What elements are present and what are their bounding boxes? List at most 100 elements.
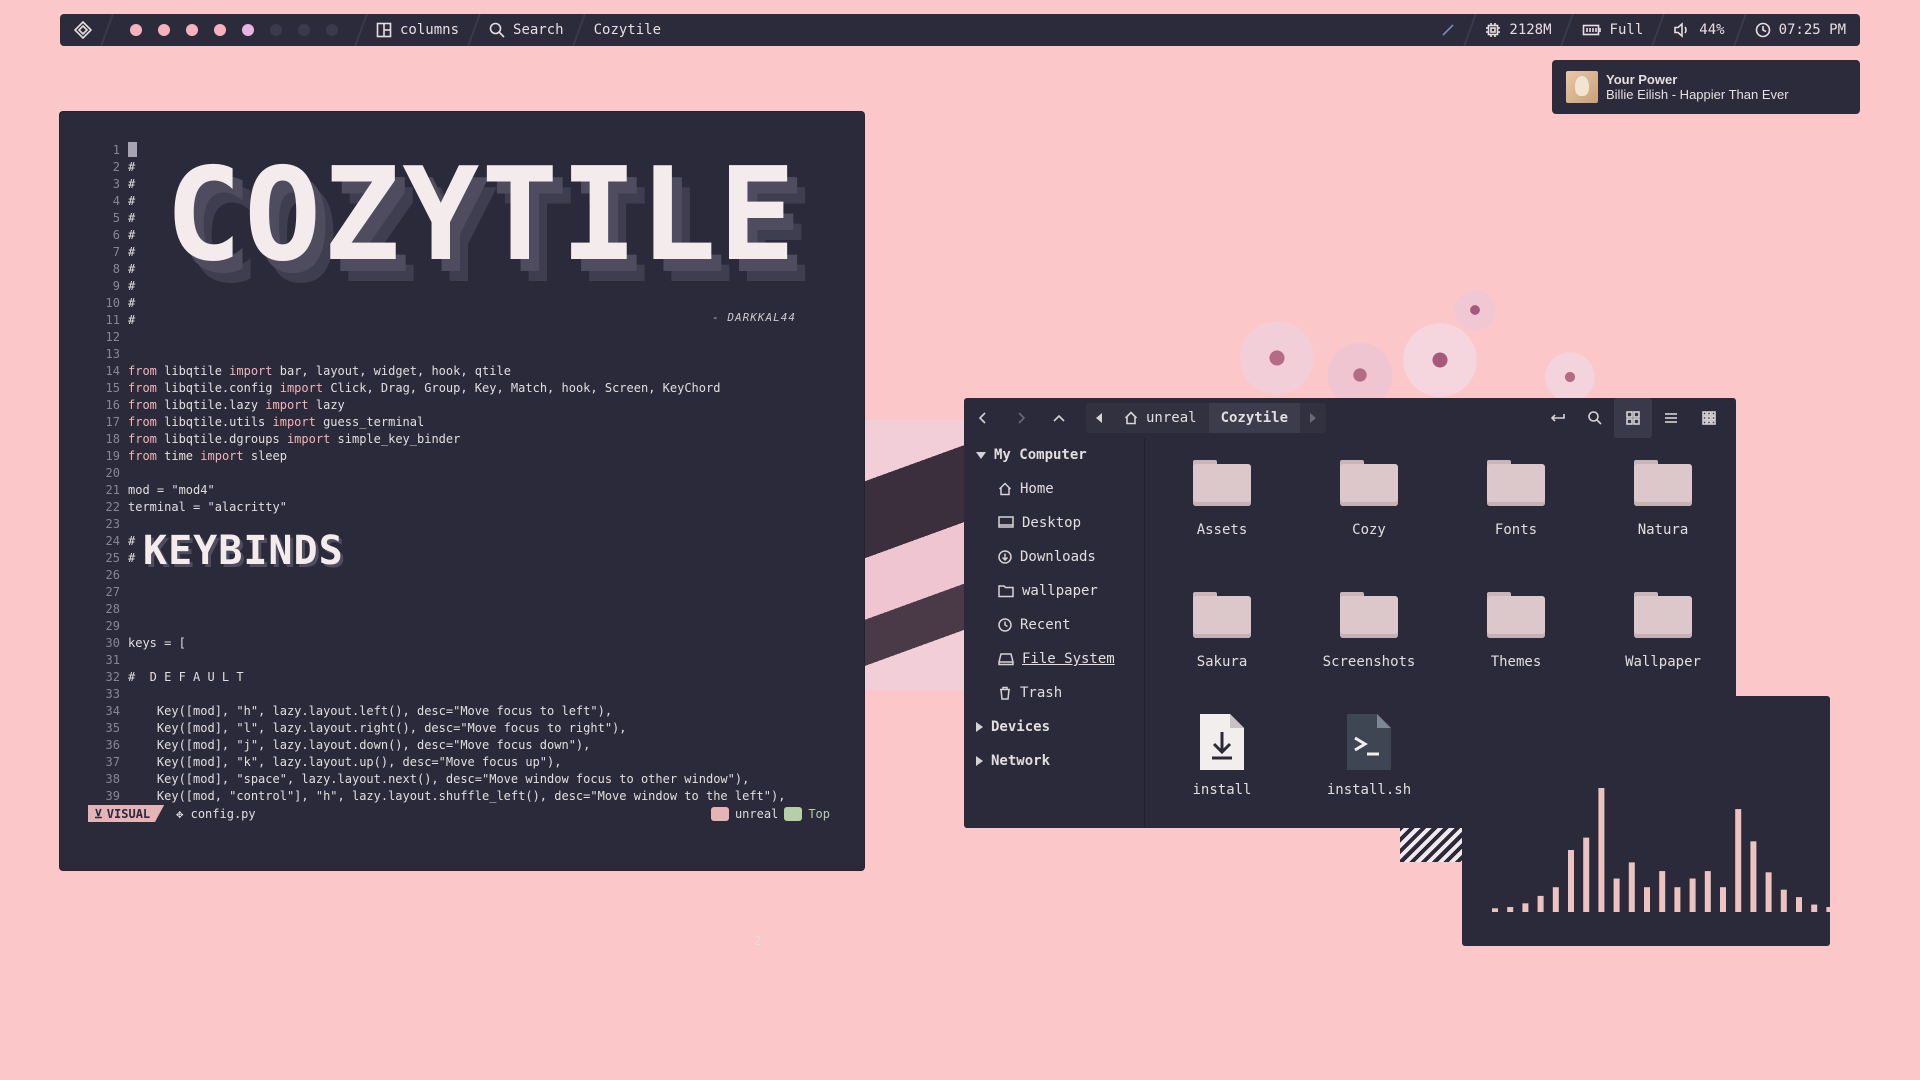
sidebar-section-my-computer[interactable]: My Computer bbox=[964, 438, 1144, 472]
sidebar-item-file-system[interactable]: File System bbox=[964, 642, 1144, 676]
memory-widget: 2128M bbox=[1471, 14, 1565, 46]
workspace-indicator-7[interactable] bbox=[298, 24, 310, 36]
line-number: 6 bbox=[112, 228, 120, 242]
workspace-indicator-3[interactable] bbox=[186, 24, 198, 36]
visualizer-bar bbox=[1613, 878, 1620, 912]
folder-item[interactable]: Wallpaper bbox=[1593, 592, 1733, 670]
code-line: 28 bbox=[80, 601, 840, 618]
sidebar-item-trash[interactable]: Trash bbox=[964, 676, 1144, 710]
workspace-indicator-8[interactable] bbox=[326, 24, 338, 36]
compact-view-button[interactable] bbox=[1690, 398, 1728, 438]
folder-item[interactable]: Themes bbox=[1446, 592, 1586, 670]
network-indicator[interactable] bbox=[1427, 14, 1469, 46]
breadcrumb-right-button[interactable] bbox=[1300, 398, 1326, 438]
sidebar-item-downloads[interactable]: Downloads bbox=[964, 540, 1144, 574]
visualizer-bar bbox=[1492, 908, 1498, 912]
sidebar-section-network[interactable]: Network bbox=[964, 744, 1144, 778]
breadcrumb-current[interactable]: Cozytile bbox=[1208, 403, 1301, 433]
layout-widget[interactable]: columns bbox=[362, 14, 473, 46]
folder-item[interactable]: Assets bbox=[1152, 460, 1292, 538]
workspace-indicator-4[interactable] bbox=[214, 24, 226, 36]
folder-item[interactable]: Natura bbox=[1593, 460, 1733, 538]
sidebar-item-label: Desktop bbox=[1022, 515, 1082, 531]
file-item[interactable]: install.sh bbox=[1299, 712, 1439, 798]
compact-grid-icon bbox=[1702, 411, 1716, 425]
forward-button[interactable] bbox=[1002, 398, 1040, 438]
drive-icon bbox=[998, 653, 1014, 666]
vim-statusline: ⊻ VISUAL ✥ config.py unreal Top bbox=[88, 805, 830, 822]
folder-item[interactable]: Screenshots bbox=[1299, 592, 1439, 670]
location-toggle-button[interactable] bbox=[1538, 398, 1576, 438]
home-icon bbox=[998, 482, 1012, 496]
line-text: from libqtile import bar, layout, widget… bbox=[128, 364, 511, 378]
code-line: 29 bbox=[80, 618, 840, 635]
line-number: 16 bbox=[105, 398, 120, 412]
breadcrumb-home[interactable]: unreal bbox=[1112, 403, 1209, 433]
line-number: 35 bbox=[105, 721, 120, 735]
line-text: keys = [ bbox=[128, 636, 186, 650]
workspace-indicator-6[interactable] bbox=[270, 24, 282, 36]
visualizer-bar bbox=[1537, 895, 1544, 912]
code-line: 37 Key([mod], "k", lazy.layout.up(), des… bbox=[80, 754, 840, 771]
chevron-up-icon bbox=[1053, 414, 1065, 422]
code-line: 36 Key([mod], "j", lazy.layout.down(), d… bbox=[80, 737, 840, 754]
line-number: 2 bbox=[112, 160, 120, 174]
sidebar-item-wallpaper[interactable]: wallpaper bbox=[964, 574, 1144, 608]
file-item[interactable]: install bbox=[1152, 712, 1292, 798]
line-number: 12 bbox=[105, 330, 120, 344]
workspace-indicator-1[interactable] bbox=[130, 24, 142, 36]
icon-view-button[interactable] bbox=[1614, 398, 1652, 438]
triangle-right-icon bbox=[1310, 413, 1317, 423]
visualizer-bars bbox=[1492, 788, 1830, 912]
code-line: 12 bbox=[80, 329, 840, 346]
sidebar-item-home[interactable]: Home bbox=[964, 472, 1144, 506]
list-view-button[interactable] bbox=[1652, 398, 1690, 438]
search-button[interactable] bbox=[1576, 398, 1614, 438]
workspace-indicator-2[interactable] bbox=[158, 24, 170, 36]
line-text: Key([mod, "control"], "h", lazy.layout.s… bbox=[128, 789, 786, 803]
mode-indicator: ⊻ VISUAL bbox=[88, 805, 165, 822]
download-icon bbox=[998, 550, 1012, 564]
sidebar-section-devices[interactable]: Devices bbox=[964, 710, 1144, 744]
line-number: 24 bbox=[105, 534, 120, 548]
sidebar-item-recent[interactable]: Recent bbox=[964, 608, 1144, 642]
file-name-label: config.py bbox=[190, 806, 256, 821]
code-line: 34 Key([mod], "h", lazy.layout.left(), d… bbox=[80, 703, 840, 720]
line-number: 10 bbox=[105, 296, 120, 310]
visualizer-bar bbox=[1644, 887, 1650, 912]
folder-item[interactable]: Sakura bbox=[1152, 592, 1292, 670]
code-line: 22 terminal = "alacritty" bbox=[80, 499, 840, 516]
folder-item[interactable]: Cozy bbox=[1299, 460, 1439, 538]
line-number: 1 bbox=[112, 143, 120, 157]
sidebar-item-desktop[interactable]: Desktop bbox=[964, 506, 1144, 540]
line-number: 15 bbox=[105, 381, 120, 395]
folder-label: Screenshots bbox=[1322, 654, 1416, 670]
search-widget[interactable]: Search bbox=[475, 14, 578, 46]
up-button[interactable] bbox=[1040, 398, 1078, 438]
code-line: 13 bbox=[80, 346, 840, 363]
launcher-button[interactable] bbox=[60, 14, 106, 46]
editor-window[interactable]: 1 2 #3 #4 #5 #6 #7 #8 #9 #10 #11 #12 13 14 from libqti… bbox=[60, 112, 864, 948]
line-number: 26 bbox=[105, 568, 120, 582]
terminal-file-icon bbox=[1347, 714, 1391, 770]
code-line: 39 Key([mod, "control"], "h", lazy.layou… bbox=[80, 788, 840, 805]
visualizer-bar bbox=[1583, 837, 1590, 912]
visualizer-bar bbox=[1765, 872, 1772, 912]
folder-item[interactable]: Fonts bbox=[1446, 460, 1586, 538]
breadcrumb-left-button[interactable] bbox=[1086, 398, 1112, 438]
line-text: # bbox=[128, 279, 136, 293]
sidebar-item-label: Recent bbox=[1020, 617, 1071, 633]
line-number: 34 bbox=[105, 704, 120, 718]
back-button[interactable] bbox=[964, 398, 1002, 438]
line-text: # bbox=[128, 296, 136, 310]
volume-widget[interactable]: 44% bbox=[1659, 14, 1738, 46]
sidebar-item-label: Trash bbox=[1020, 685, 1063, 701]
notification-body: Billie Eilish - Happier Than Ever bbox=[1606, 87, 1789, 102]
visualizer-bar bbox=[1704, 871, 1711, 912]
clock-value: 07:25 PM bbox=[1778, 22, 1846, 38]
notification-title: Your Power bbox=[1606, 72, 1678, 87]
visualizer-bar bbox=[1750, 841, 1757, 912]
mode-label: VISUAL bbox=[106, 806, 151, 821]
media-notification[interactable]: Your Power Billie Eilish - Happier Than … bbox=[1552, 60, 1860, 114]
workspace-indicator-5[interactable] bbox=[242, 24, 254, 36]
